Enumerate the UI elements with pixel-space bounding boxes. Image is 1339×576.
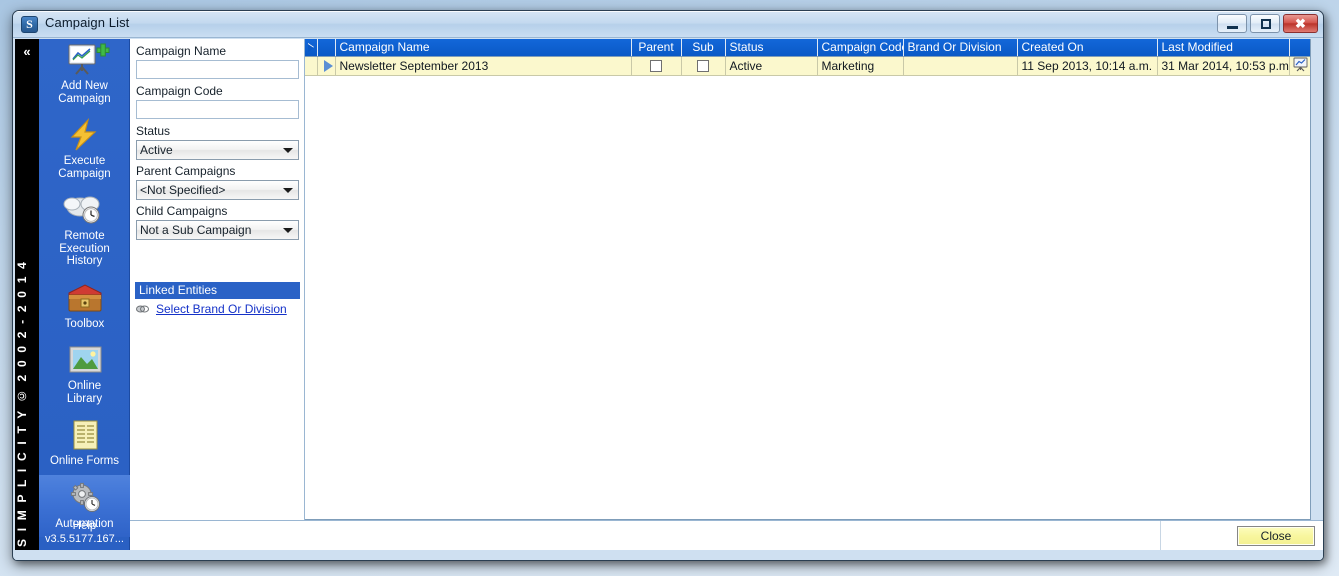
status-label: Status [136, 124, 171, 138]
execute-campaign-icon [41, 118, 128, 152]
sidebar-help-label: Help [72, 520, 97, 532]
online-library-icon [41, 343, 128, 377]
column-header-campaign-code[interactable]: Campaign Code [817, 39, 904, 57]
row-expander-cell[interactable] [317, 56, 336, 76]
sidebar-item-remote-execution-history[interactable]: Remote Execution History [39, 187, 130, 275]
maximize-button[interactable] [1250, 14, 1280, 33]
parent-campaigns-dropdown-value: <Not Specified> [140, 183, 226, 197]
bottom-divider [1160, 521, 1161, 551]
cell-status: Active [725, 56, 818, 76]
campaign-chart-icon[interactable] [1292, 57, 1309, 75]
table-row[interactable]: Newsletter September 2013 Active Marketi… [305, 44, 1310, 76]
sidebar-item-toolbox[interactable]: Toolbox [39, 275, 130, 338]
parent-checkbox[interactable] [650, 60, 662, 73]
brand-vertical-text: S I M P L I C I T Y © 2 0 0 2 - 2 0 1 4 [15, 259, 29, 547]
sidebar-item-label: Toolbox [64, 317, 105, 330]
chevron-down-icon [283, 228, 293, 233]
cell-campaign-name: Newsletter September 2013 [335, 56, 632, 76]
campaign-list-window: S Campaign List ✖ « S I M P L I C I T Y … [12, 10, 1324, 561]
title-bar: S Campaign List ✖ [13, 11, 1323, 38]
client-area: « S I M P L I C I T Y © 2 0 0 2 - 2 0 1 … [15, 39, 1323, 560]
remote-execution-history-icon [41, 193, 128, 227]
cell-created-on: 11 Sep 2013, 10:14 a.m. [1017, 56, 1158, 76]
cell-brand-or-division [903, 56, 1018, 76]
row-selector-cell[interactable] [305, 44, 318, 76]
sidebar-item-online-library[interactable]: Online Library [39, 337, 130, 412]
column-header-brand-or-division[interactable]: Brand Or Division [903, 39, 1018, 57]
column-header-created-on[interactable]: Created On [1017, 39, 1158, 57]
column-header-campaign-name[interactable]: Campaign Name [335, 39, 632, 57]
parent-campaigns-dropdown[interactable]: <Not Specified> [136, 180, 299, 200]
add-new-campaign-icon [41, 43, 128, 77]
titlebar-highlight [14, 11, 1322, 12]
app-icon: S [21, 16, 38, 33]
campaign-code-input[interactable] [136, 100, 299, 119]
close-window-button[interactable]: ✖ [1283, 14, 1318, 33]
column-header-status[interactable]: Status [725, 39, 818, 57]
collapse-sidebar-button[interactable]: « [17, 43, 37, 61]
sidebar-item-label: Execute Campaign [58, 155, 111, 180]
sidebar-item-online-forms[interactable]: Online Forms [39, 412, 130, 475]
minimize-button[interactable] [1217, 14, 1247, 33]
parent-campaigns-label: Parent Campaigns [136, 164, 236, 178]
sidebar-item-execute-campaign[interactable]: Execute Campaign [39, 112, 130, 187]
filter-panel: Campaign Name Campaign Code Status Activ… [130, 39, 305, 551]
cell-sub [681, 56, 726, 76]
column-header-parent[interactable]: Parent [631, 39, 682, 57]
sub-checkbox[interactable] [697, 60, 709, 73]
campaign-grid: Campaign Name Parent Sub Status Campaign… [305, 39, 1311, 520]
linked-entities-header: Linked Entities [135, 282, 300, 299]
navigation-sidebar: Add New Campaign Execute Campaign Remote… [39, 39, 130, 550]
automation-icon [41, 481, 128, 515]
campaign-name-label: Campaign Name [136, 44, 227, 58]
sidebar-item-add-new-campaign[interactable]: Add New Campaign [39, 39, 130, 112]
sidebar-version-label: v3.5.5177.167... [45, 533, 124, 545]
child-campaigns-dropdown[interactable]: Not a Sub Campaign [136, 220, 299, 240]
column-header-last-modified[interactable]: Last Modified [1157, 39, 1290, 57]
expand-row-icon [323, 59, 333, 72]
cell-parent [631, 56, 682, 76]
campaign-name-input[interactable] [136, 60, 299, 79]
minimize-icon [1227, 26, 1238, 29]
child-campaigns-dropdown-value: Not a Sub Campaign [140, 223, 252, 237]
maximize-icon [1261, 19, 1271, 29]
campaign-table: Campaign Name Parent Sub Status Campaign… [305, 39, 1310, 76]
window-bottom-strip [15, 550, 1323, 560]
cell-campaign-code: Marketing [817, 56, 904, 76]
chevron-down-icon [283, 188, 293, 193]
campaign-code-label: Campaign Code [136, 84, 223, 98]
status-dropdown[interactable]: Active [136, 140, 299, 160]
chevron-down-icon [283, 148, 293, 153]
close-button[interactable]: Close [1237, 526, 1315, 546]
sidebar-item-help[interactable]: Help v3.5.5177.167... [39, 520, 130, 546]
toolbox-icon [41, 281, 128, 315]
link-chain-icon [135, 302, 151, 321]
window-title: Campaign List [45, 15, 130, 30]
online-forms-icon [41, 418, 128, 452]
sidebar-item-label: Online Forms [49, 455, 120, 467]
expander-header [317, 39, 336, 57]
status-dropdown-value: Active [140, 143, 173, 157]
branding-rail: « S I M P L I C I T Y © 2 0 0 2 - 2 0 1 … [15, 39, 39, 550]
cell-last-modified: 31 Mar 2014, 10:53 p.m. [1157, 56, 1290, 76]
sidebar-item-label: Online Library [66, 380, 103, 405]
cell-actions[interactable] [1289, 56, 1310, 76]
child-campaigns-label: Child Campaigns [136, 204, 228, 218]
sidebar-item-label: Add New Campaign [58, 80, 111, 105]
select-brand-or-division-link[interactable]: Select Brand Or Division [156, 302, 287, 316]
close-icon: ✖ [1295, 16, 1306, 31]
bottom-bar: Close [130, 520, 1323, 551]
sidebar-item-label: Remote Execution History [59, 230, 110, 267]
column-header-sub[interactable]: Sub [681, 39, 726, 57]
table-header-row: Campaign Name Parent Sub Status Campaign… [305, 39, 1310, 57]
column-header-actions [1289, 39, 1310, 57]
